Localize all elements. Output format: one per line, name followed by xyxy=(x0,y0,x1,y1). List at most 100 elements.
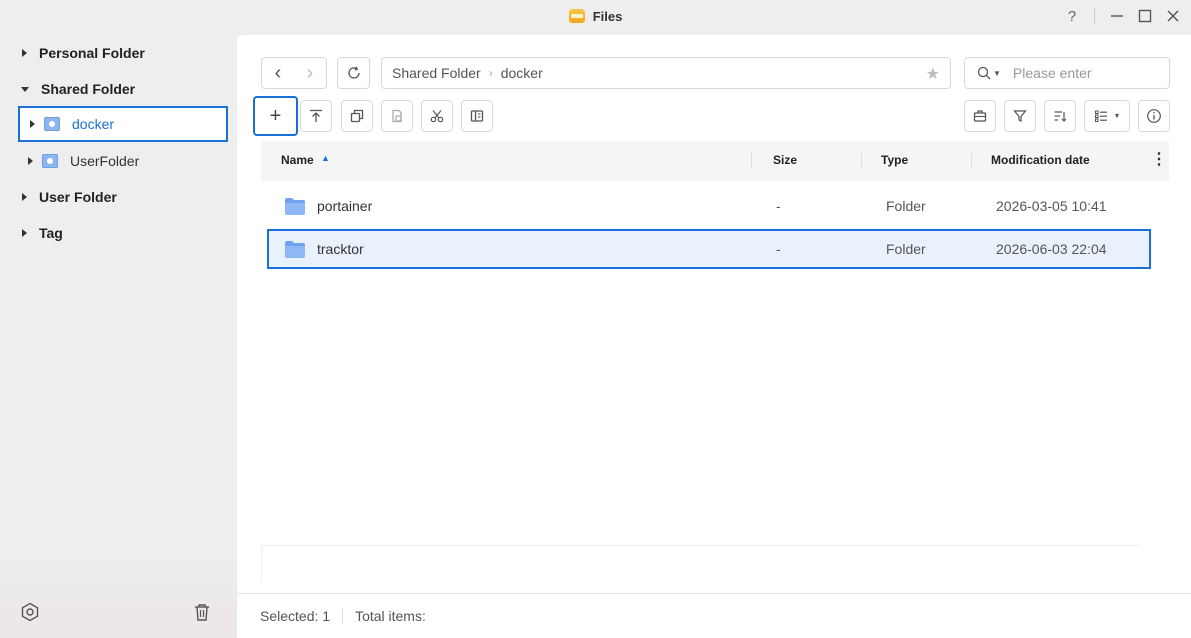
file-size: - xyxy=(776,198,781,214)
sidebar-item-tag[interactable]: Tag xyxy=(22,215,63,251)
title-wrap: Files xyxy=(568,8,623,24)
sort-ascending-icon[interactable]: ▲ xyxy=(321,153,330,163)
sidebar-item-label: Personal Folder xyxy=(39,45,145,61)
breadcrumb-item-docker[interactable]: docker xyxy=(501,65,543,81)
search-input[interactable] xyxy=(1012,65,1153,81)
folder-icon xyxy=(285,240,305,258)
column-options-icon[interactable]: ⋮ xyxy=(1151,152,1167,168)
cut-button[interactable] xyxy=(421,100,453,132)
status-divider xyxy=(342,608,344,624)
view-mode-button[interactable]: ▼ xyxy=(1084,100,1130,132)
file-modified: 2026-06-03 22:04 xyxy=(996,241,1107,257)
sidebar-item-docker[interactable]: docker xyxy=(18,106,228,142)
new-button[interactable]: + xyxy=(253,96,298,136)
view-mode-caret-icon: ▼ xyxy=(1113,112,1121,120)
list-view-icon xyxy=(1094,110,1107,122)
breadcrumb[interactable]: Shared Folder › docker ★ xyxy=(381,57,951,89)
upload-button[interactable] xyxy=(300,100,332,132)
refresh-icon xyxy=(347,66,360,79)
breadcrumb-separator-icon: › xyxy=(488,66,493,80)
window-controls: ? xyxy=(1058,0,1191,32)
nav-buttons: ‹ › xyxy=(261,57,327,89)
expand-caret-icon[interactable] xyxy=(30,120,35,128)
maximize-button[interactable] xyxy=(1131,2,1159,30)
copy-button[interactable] xyxy=(341,100,373,132)
file-name: portainer xyxy=(317,198,373,214)
minimize-button[interactable] xyxy=(1103,2,1131,30)
shared-folder-icon xyxy=(44,117,60,131)
column-header-modification-date[interactable]: Modification date xyxy=(991,153,1090,167)
sidebar-item-personal-folder[interactable]: Personal Folder xyxy=(22,35,145,71)
back-button[interactable]: ‹ xyxy=(262,59,294,87)
sidebar-item-label: User Folder xyxy=(39,189,117,205)
filter-button[interactable] xyxy=(1004,100,1036,132)
upload-icon xyxy=(310,109,322,122)
sidebar: Personal Folder Shared Folder docker Use… xyxy=(0,32,237,638)
sidebar-item-label: docker xyxy=(72,116,115,132)
expand-caret-icon[interactable] xyxy=(22,49,27,57)
paste-icon xyxy=(392,109,402,123)
column-header-size[interactable]: Size xyxy=(773,153,797,167)
status-bar: Selected: 1 Total items: xyxy=(237,593,1191,638)
window-controls-divider xyxy=(1094,8,1095,24)
move-icon xyxy=(470,110,484,122)
expand-caret-icon[interactable] xyxy=(22,193,27,201)
settings-hexagon-icon xyxy=(21,602,39,622)
trash-icon xyxy=(195,604,209,621)
search-box[interactable]: ▼ xyxy=(964,57,1170,89)
plus-icon: + xyxy=(269,105,282,127)
column-header-name[interactable]: Name xyxy=(281,153,314,167)
column-divider[interactable] xyxy=(751,153,752,169)
info-icon xyxy=(1147,109,1161,123)
title-bar: Files ? xyxy=(0,0,1191,32)
file-name: tracktor xyxy=(317,241,364,257)
shared-folder-icon xyxy=(42,154,58,168)
briefcase-button[interactable] xyxy=(964,100,996,132)
file-modified: 2026-03-05 10:41 xyxy=(996,198,1107,214)
files-app-icon xyxy=(568,9,585,23)
file-size: - xyxy=(776,241,781,257)
close-icon xyxy=(1167,10,1179,22)
selected-count: Selected: 1 xyxy=(260,608,331,624)
expand-caret-icon[interactable] xyxy=(28,157,33,165)
info-button[interactable] xyxy=(1138,100,1170,132)
filter-icon xyxy=(1013,110,1027,122)
table-row[interactable]: portainer - Folder 2026-03-05 10:41 xyxy=(267,186,1151,226)
sidebar-item-label: Tag xyxy=(39,225,63,241)
settings-icon[interactable] xyxy=(19,601,41,623)
close-button[interactable] xyxy=(1159,2,1187,30)
briefcase-icon xyxy=(973,110,987,122)
collapse-caret-icon[interactable] xyxy=(21,86,29,92)
refresh-button[interactable] xyxy=(337,57,370,89)
file-type: Folder xyxy=(886,198,926,214)
main-panel: ‹ › Shared Folder › docker ★ ▼ + xyxy=(237,35,1191,638)
file-type: Folder xyxy=(886,241,926,257)
search-dropdown-caret-icon[interactable]: ▼ xyxy=(993,69,1001,78)
search-icon xyxy=(977,66,991,80)
window-title: Files xyxy=(592,8,623,24)
recycle-bin-icon[interactable] xyxy=(191,601,213,623)
copy-icon xyxy=(350,109,364,123)
sort-icon xyxy=(1054,111,1067,122)
sidebar-item-label: UserFolder xyxy=(70,153,140,169)
details-panel xyxy=(261,545,1141,583)
sidebar-item-label: Shared Folder xyxy=(41,81,136,97)
column-divider[interactable] xyxy=(971,153,972,169)
help-icon[interactable]: ? xyxy=(1058,2,1086,30)
paste-button[interactable] xyxy=(381,100,413,132)
breadcrumb-item-shared-folder[interactable]: Shared Folder xyxy=(392,65,481,81)
sidebar-item-shared-folder[interactable]: Shared Folder xyxy=(21,71,135,107)
sidebar-item-user-folder[interactable]: User Folder xyxy=(22,179,117,215)
column-header-type[interactable]: Type xyxy=(881,153,908,167)
scissors-icon xyxy=(430,110,444,123)
sidebar-item-userfolder[interactable]: UserFolder xyxy=(28,143,139,179)
folder-icon xyxy=(285,197,305,215)
forward-button[interactable]: › xyxy=(294,59,326,87)
sort-button[interactable] xyxy=(1044,100,1076,132)
expand-caret-icon[interactable] xyxy=(22,229,27,237)
maximize-icon xyxy=(1138,9,1152,23)
move-button[interactable] xyxy=(461,100,493,132)
favorite-star-icon[interactable]: ★ xyxy=(926,64,940,84)
table-row[interactable]: tracktor - Folder 2026-06-03 22:04 xyxy=(267,229,1151,269)
column-divider[interactable] xyxy=(861,153,862,169)
